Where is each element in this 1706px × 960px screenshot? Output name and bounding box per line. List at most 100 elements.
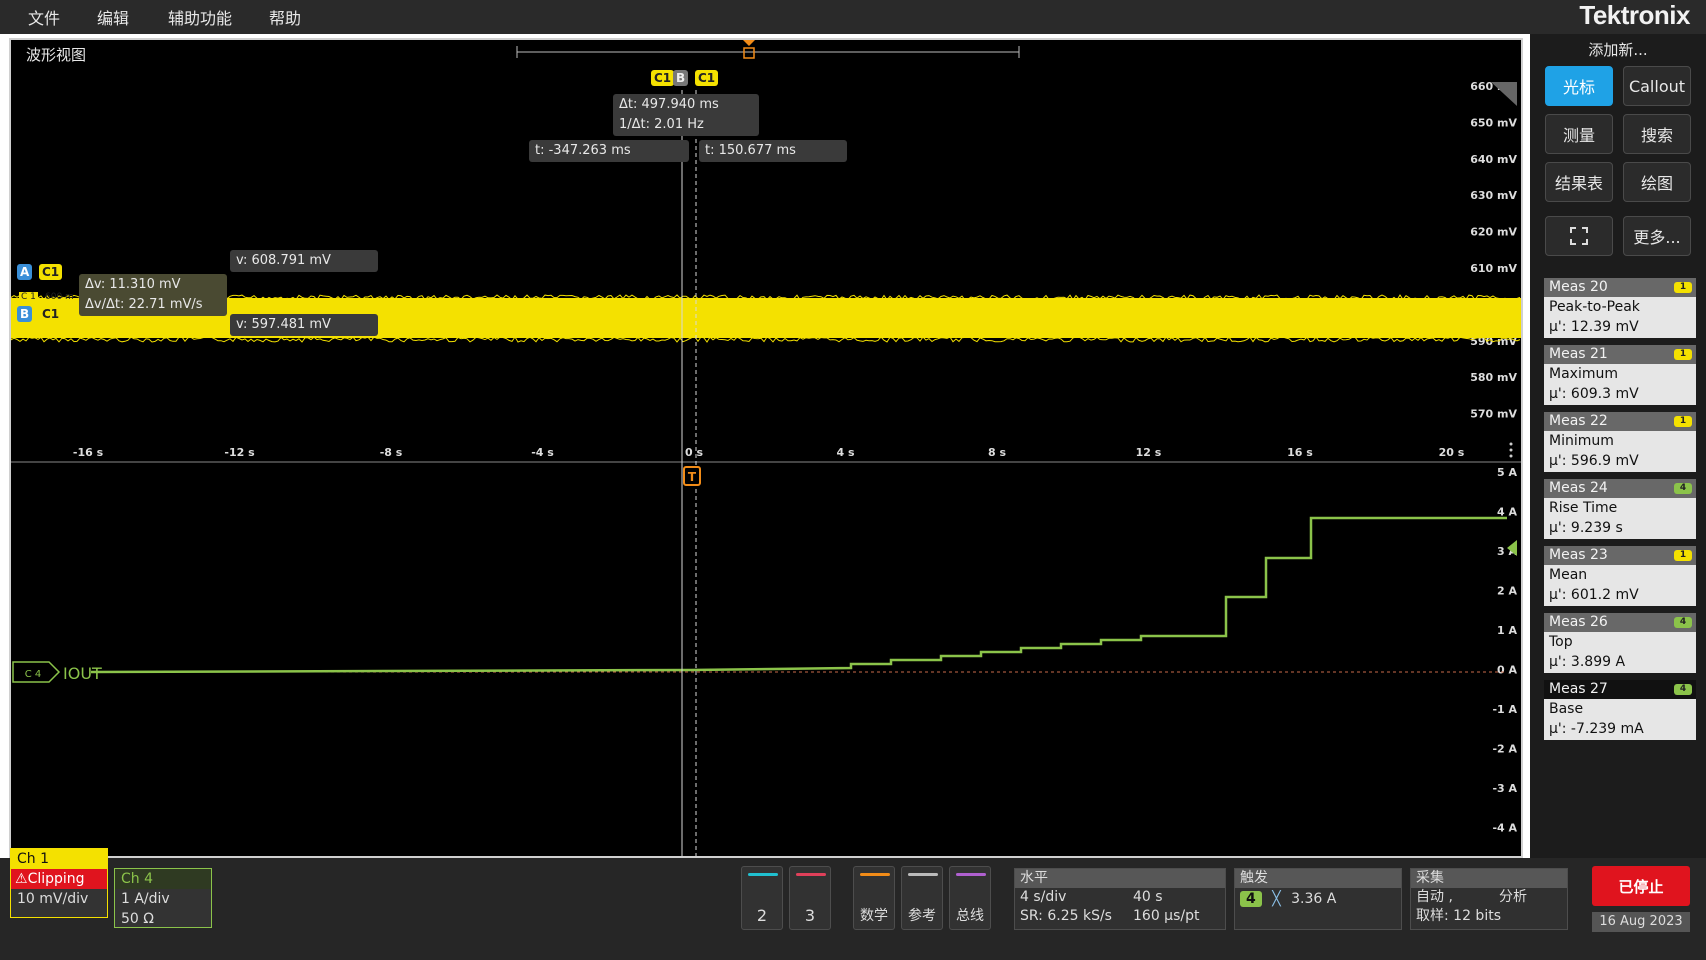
trigger-position-icon[interactable] [743, 40, 755, 46]
callout-button[interactable]: Callout [1623, 66, 1691, 106]
add-new-label: 添加新... [1588, 41, 1648, 59]
dv-dt: Δv/Δt: 22.71 mV/s [85, 297, 203, 312]
ch2-button[interactable]: 2 [741, 866, 783, 930]
acquire-badge[interactable]: 采集 自动 , 分析 取样: 12 bits [1410, 868, 1568, 930]
measurement-card[interactable]: Meas 27 4 Base μ': -7.239 mA [1544, 680, 1696, 740]
trigger-source: 4 [1240, 891, 1262, 907]
upper-x-tick-label: -4 s [531, 446, 554, 459]
upper-x-tick-label: 20 s [1439, 446, 1465, 459]
upper-y-tick-label: 570 mV [1470, 408, 1517, 421]
upper-y-tick-label: 610 mV [1470, 262, 1517, 275]
horizontal-badge[interactable]: 水平 4 s/div 40 s SR: 6.25 kS/s 160 μs/pt [1014, 868, 1226, 930]
acquire-mode: 自动 , [1416, 889, 1453, 905]
lower-y-tick-label: -2 A [1492, 743, 1517, 756]
measurement-source-badge: 4 [1674, 617, 1692, 628]
more-button[interactable]: 更多... [1623, 216, 1691, 256]
measurement-card[interactable]: Meas 20 1 Peak-to-Peak μ': 12.39 mV [1544, 278, 1696, 338]
ch4-offset-marker[interactable]: C 4 [12, 661, 61, 683]
menu-help[interactable]: 帮助 [269, 5, 301, 29]
cursor-a-level-tag[interactable]: A [17, 264, 33, 280]
bus-button[interactable]: 总线 [949, 866, 991, 930]
ch4-scale: 1 A/div [121, 891, 170, 907]
measurement-card[interactable]: Meas 23 1 Mean μ': 601.2 mV [1544, 546, 1696, 606]
lower-y-tick-label: 0 A [1497, 664, 1517, 677]
menu-edit[interactable]: 编辑 [97, 5, 129, 29]
waveform-canvas[interactable]: 660 mV650 mV640 mV630 mV620 mV610 mV600 … [11, 40, 1521, 856]
measurement-type: Peak-to-Peak [1549, 299, 1640, 315]
measurement-card[interactable]: Meas 21 1 Maximum μ': 609.3 mV [1544, 345, 1696, 405]
lower-y-axis: 5 A4 A3 A2 A1 A0 A-1 A-2 A-3 A-4 A [1492, 466, 1517, 835]
measurement-source-badge: 1 [1674, 282, 1692, 293]
ch4-title: Ch 4 [115, 869, 211, 889]
cursor-delta-readout: Δt: 497.940 ms 1/Δt: 2.01 Hz [613, 94, 759, 136]
menu-utility[interactable]: 辅助功能 [168, 5, 232, 29]
measurement-value: μ': 609.3 mV [1549, 386, 1639, 402]
search-button[interactable]: 搜索 [1623, 114, 1691, 154]
menu-file[interactable]: 文件 [28, 5, 60, 29]
reference-button[interactable]: 参考 [901, 866, 943, 930]
ch1-offset-marker[interactable]: C 1 [19, 292, 38, 302]
measurement-name: Meas 26 [1549, 614, 1608, 630]
measurement-source-badge: 4 [1674, 684, 1692, 695]
zoom-corner-icon[interactable] [1491, 82, 1517, 106]
measure-button[interactable]: 测量 [1545, 114, 1613, 154]
horizontal-position: 40 s [1133, 889, 1163, 905]
menu-bar: 文件 编辑 辅助功能 帮助 Tektronix [0, 0, 1706, 34]
measurement-type: Maximum [1549, 366, 1618, 382]
upper-y-tick-label: 650 mV [1470, 116, 1517, 129]
trigger-badge[interactable]: 触发 4 ╳ 3.36 A [1234, 868, 1402, 930]
date-display: 16 Aug 2023 [1592, 912, 1690, 932]
cursor-b-level-tag[interactable]: B [17, 306, 33, 322]
warning-icon: ⚠ [15, 871, 28, 887]
upper-x-tick-label: 0 s [685, 446, 703, 459]
lower-y-tick-label: 1 A [1497, 624, 1517, 637]
trigger-title: 触发 [1235, 869, 1401, 888]
upper-x-tick-label: 12 s [1136, 446, 1162, 459]
cursor-button[interactable]: 光标 [1545, 66, 1613, 106]
upper-y-tick-label: 620 mV [1470, 226, 1517, 239]
upper-y-tick-label: 580 mV [1470, 371, 1517, 384]
zoom-search-button[interactable] [1545, 216, 1613, 256]
record-trigger-icon [743, 47, 755, 59]
lower-y-tick-label: -1 A [1492, 703, 1517, 716]
measurement-value: μ': 9.239 s [1549, 520, 1623, 536]
math-button[interactable]: 数学 [853, 866, 895, 930]
acquire-title: 采集 [1411, 869, 1567, 888]
acquire-bits: 取样: 12 bits [1416, 908, 1501, 924]
cursor-a-source[interactable]: C1 [39, 264, 63, 280]
upper-y-axis: 660 mV650 mV640 mV630 mV620 mV610 mV600 … [1470, 80, 1517, 421]
brand-logo: Tektronix [1579, 0, 1690, 30]
cursor-a-tag[interactable]: C1 [651, 70, 675, 86]
ch1-offset-level: 600 m [45, 292, 74, 302]
waveform-view[interactable]: 波形视图 660 mV 650 mV 640 mV 630 mV 620 mV 610 m… [9, 38, 1523, 858]
zoom-select-icon [1570, 227, 1588, 245]
trigger-marker[interactable]: T [683, 466, 701, 486]
time-per-point: 160 μs/pt [1133, 908, 1200, 924]
measurement-source-badge: 1 [1674, 416, 1692, 427]
horizontal-title: 水平 [1015, 869, 1225, 888]
results-table-button[interactable]: 结果表 [1545, 162, 1613, 202]
measurement-name: Meas 24 [1549, 480, 1608, 496]
plot-button[interactable]: 绘图 [1623, 162, 1691, 202]
pane-resize-handle-icon[interactable] [1509, 442, 1513, 458]
measurement-type: Minimum [1549, 433, 1614, 449]
lower-y-tick-label: 5 A [1497, 466, 1517, 479]
measurement-value: μ': 596.9 mV [1549, 453, 1639, 469]
measurement-card[interactable]: Meas 24 4 Rise Time μ': 9.239 s [1544, 479, 1696, 539]
cursor-b-source-tag[interactable]: C1 [695, 70, 719, 86]
inverse-delta-t: 1/Δt: 2.01 Hz [619, 117, 704, 132]
lower-y-tick-label: 2 A [1497, 585, 1517, 598]
measurement-card[interactable]: Meas 26 4 Top μ': 3.899 A [1544, 613, 1696, 673]
cursor-b-tag[interactable]: B [673, 70, 689, 86]
cursor-b-source[interactable]: C1 [39, 306, 63, 322]
ch3-button[interactable]: 3 [789, 866, 831, 930]
upper-x-axis: -16 s -12 s -8 s -4 s 0 s 4 s 8 s 12 s 16 s 20 s [73, 446, 1465, 459]
ch4-badge[interactable]: Ch 4 1 A/div 50 Ω [114, 868, 212, 928]
ch4-trace-label: IOUT [63, 664, 102, 683]
measurement-name: Meas 21 [1549, 346, 1608, 362]
measurement-card[interactable]: Meas 22 1 Minimum μ': 596.9 mV [1544, 412, 1696, 472]
run-stop-button[interactable]: 已停止 [1592, 866, 1690, 906]
ch1-badge[interactable]: Ch 1 ⚠Clipping 10 mV/div [10, 848, 108, 918]
measurement-type: Base [1549, 701, 1584, 717]
measurement-name: Meas 22 [1549, 413, 1608, 429]
